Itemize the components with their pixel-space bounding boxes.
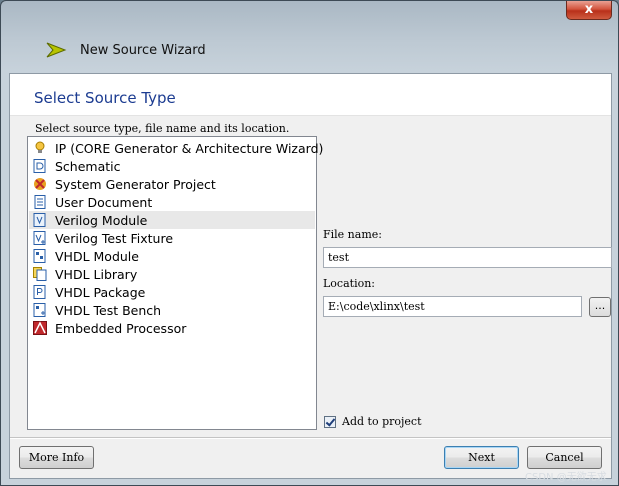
source-type-label: Verilog Test Fixture xyxy=(55,230,174,246)
source-type-item-sysgen[interactable]: System Generator Project xyxy=(29,175,315,193)
source-type-label: VHDL Test Bench xyxy=(55,302,162,318)
source-type-item-vhdl-library[interactable]: VHDL Library xyxy=(29,265,315,283)
browse-button[interactable]: ... xyxy=(589,297,611,317)
source-type-item-verilog-test-fixture[interactable]: Verilog Test Fixture xyxy=(29,229,315,247)
schematic-icon xyxy=(33,159,46,173)
source-type-label: VHDL Library xyxy=(55,266,138,282)
add-to-project-label: Add to project xyxy=(342,415,422,428)
source-type-label: IP (CORE Generator & Architecture Wizard… xyxy=(55,140,324,156)
source-type-label: Verilog Module xyxy=(55,212,148,228)
location-label: Location: xyxy=(323,277,375,290)
embedded-processor-icon xyxy=(33,321,47,335)
source-type-item-embedded-processor[interactable]: Embedded Processor xyxy=(29,319,315,337)
sysgen-icon xyxy=(34,178,46,190)
source-type-list[interactable]: IP (CORE Generator & Architecture Wizard… xyxy=(27,136,323,430)
watermark: CSDN @无欲无求 xyxy=(525,472,607,483)
wizard-arrow-icon xyxy=(46,42,67,58)
source-type-label: VHDL Package xyxy=(55,284,146,300)
file-name-input[interactable]: test xyxy=(323,247,612,268)
document-icon xyxy=(34,195,46,209)
wizard-window: New Source Wizard x Select Source Type S… xyxy=(0,0,619,486)
source-type-item-ip[interactable]: IP (CORE Generator & Architecture Wizard… xyxy=(29,139,323,157)
more-info-button[interactable]: More Info xyxy=(19,446,94,469)
vhdl-package-icon xyxy=(33,285,46,299)
location-input[interactable]: E:\code\xlinx\test xyxy=(323,296,582,317)
source-type-item-vhdl-test-bench[interactable]: VHDL Test Bench xyxy=(29,301,315,319)
source-type-label: Schematic xyxy=(55,158,121,174)
vhdl-testbench-icon xyxy=(33,303,46,317)
verilog-test-icon xyxy=(33,231,46,245)
wizard-client-area: Select Source Type Select source type, f… xyxy=(9,73,612,479)
source-type-item-schematic[interactable]: Schematic xyxy=(29,157,315,175)
vhdl-module-icon xyxy=(33,249,46,263)
source-type-item-vhdl-module[interactable]: VHDL Module xyxy=(29,247,315,265)
next-button[interactable]: Next xyxy=(444,446,519,469)
close-button[interactable]: x xyxy=(566,1,612,20)
verilog-module-icon xyxy=(33,213,46,227)
source-type-label: System Generator Project xyxy=(55,176,216,192)
add-to-project-checkbox[interactable]: Add to project xyxy=(324,415,422,428)
page-title: Select Source Type xyxy=(34,89,176,107)
source-type-item-vhdl-package[interactable]: VHDL Package xyxy=(29,283,315,301)
source-type-label: VHDL Module xyxy=(55,248,139,264)
close-icon: x xyxy=(584,2,594,17)
source-type-label: Embedded Processor xyxy=(55,320,187,336)
source-type-item-verilog-module[interactable]: Verilog Module xyxy=(29,211,315,229)
wizard-header: Select Source Type xyxy=(10,74,611,116)
footer-divider xyxy=(10,437,611,439)
window-title: New Source Wizard xyxy=(80,43,206,58)
source-type-label: User Document xyxy=(55,194,153,210)
file-name-label: File name: xyxy=(323,228,382,241)
cancel-button[interactable]: Cancel xyxy=(527,446,602,469)
instruction-text: Select source type, file name and its lo… xyxy=(35,122,290,135)
title-bar[interactable]: New Source Wizard x xyxy=(1,1,618,73)
source-type-item-user-document[interactable]: User Document xyxy=(29,193,315,211)
checkbox-checked-icon[interactable] xyxy=(324,415,336,428)
vhdl-library-icon xyxy=(33,267,47,281)
lightbulb-icon xyxy=(35,141,45,153)
